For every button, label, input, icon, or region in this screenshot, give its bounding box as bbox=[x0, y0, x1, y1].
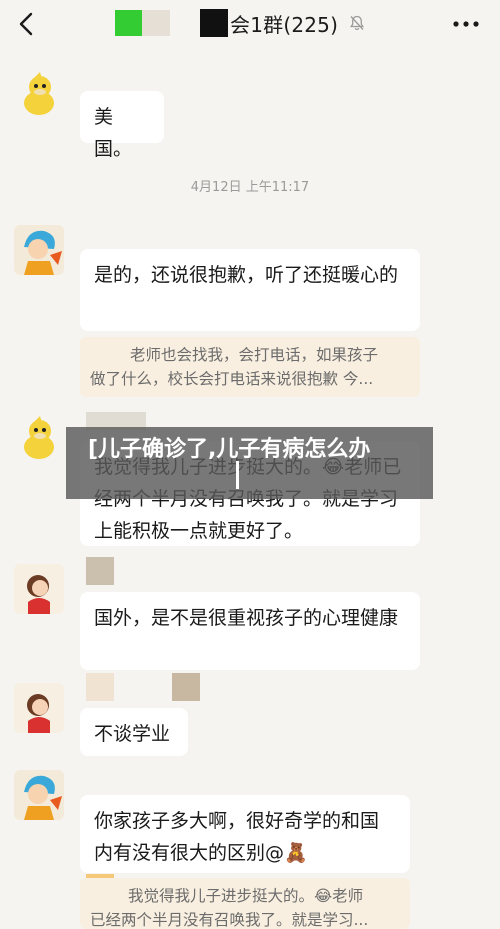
group-name: 会1群(225) bbox=[230, 12, 339, 37]
avatar-cartoon-boy[interactable] bbox=[14, 770, 64, 820]
redacted-block bbox=[142, 10, 170, 36]
avatar-psyduck[interactable] bbox=[14, 414, 64, 464]
redacted-sender-name bbox=[86, 673, 114, 701]
message-bubble: 美国。 bbox=[80, 91, 164, 160]
quote-line: 我觉得我儿子进步挺大的。😂老师 bbox=[128, 887, 364, 905]
message-bubble: 国外，是不是很重视孩子的心理健康 bbox=[80, 592, 420, 670]
top-bar: 会1群(225) bbox=[0, 0, 500, 48]
redacted-sender-name bbox=[172, 673, 200, 701]
message-bubble: 是的，还说很抱歉，听了还挺暖心的 bbox=[80, 249, 420, 331]
more-options-icon[interactable] bbox=[452, 13, 480, 35]
avatar-cartoon-boy[interactable] bbox=[14, 225, 64, 275]
quote-line: 已经两个半月没有召唤我了。就是学习... bbox=[90, 911, 369, 929]
text-cursor bbox=[236, 461, 239, 489]
redacted-sender-name bbox=[86, 557, 114, 585]
avatar-cartoon-girl[interactable] bbox=[14, 683, 64, 733]
timestamp: 4月12日 上午11:17 bbox=[190, 180, 310, 195]
quote-line: 做了什么，校长会打电话来说很抱歉 今... bbox=[90, 370, 374, 388]
chat-title: 会1群(225) bbox=[115, 8, 366, 38]
redacted-block bbox=[200, 9, 228, 37]
back-arrow-icon[interactable] bbox=[14, 10, 38, 38]
quoted-reply[interactable]: 老师也会找我，会打电话，如果孩子 做了什么，校长会打电话来说很抱歉 今... bbox=[80, 337, 420, 397]
quoted-reply[interactable]: 我觉得我儿子进步挺大的。😂老师 已经两个半月没有召唤我了。就是学习... bbox=[80, 878, 410, 929]
message-bubble: 你家孩子多大啊，很好奇学的和国内有没有很大的区别@🧸 bbox=[80, 795, 410, 873]
mute-bell-icon bbox=[350, 15, 365, 31]
quote-line: 老师也会找我，会打电话，如果孩子 bbox=[130, 346, 379, 364]
avatar-cartoon-girl[interactable] bbox=[14, 564, 64, 614]
message-bubble: 不谈学业 bbox=[80, 708, 188, 756]
overlay-caption-banner: [儿子确诊了,儿子有病怎么办 bbox=[66, 427, 433, 499]
avatar-psyduck[interactable] bbox=[14, 70, 64, 120]
redacted-block bbox=[115, 10, 142, 36]
